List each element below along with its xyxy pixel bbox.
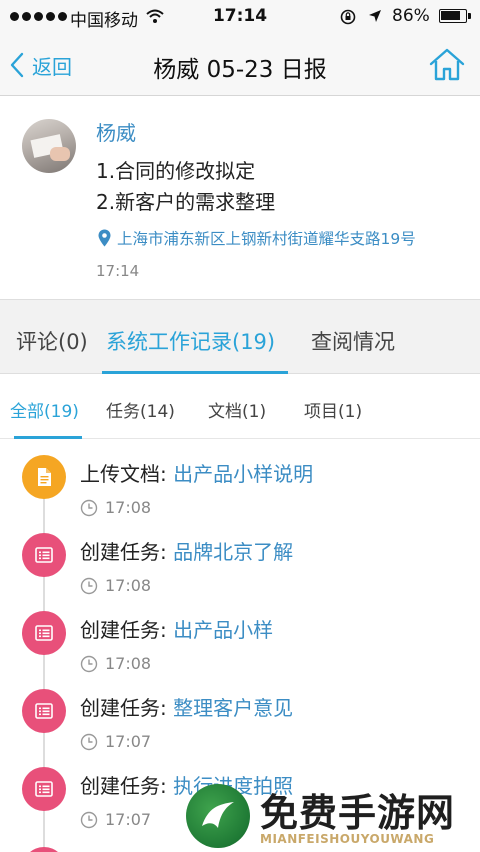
- report-location[interactable]: 上海市浦东新区上钢新村街道耀华支路19号: [98, 227, 416, 249]
- timeline-time: 17:07: [80, 732, 151, 751]
- rotation-lock-icon: [340, 9, 356, 25]
- nav-bar: 返回 杨威 05-23 日报: [0, 34, 480, 96]
- report-content-line: 2.新客户的需求整理: [96, 190, 276, 214]
- timeline-target-link[interactable]: 整理客户意见: [173, 696, 293, 720]
- clock-icon: [80, 499, 98, 516]
- timeline-item[interactable]: 创建任务: 执行进度拍照 17:07: [0, 752, 480, 830]
- daily-report: 杨威 1.合同的修改拟定 2.新客户的需求整理 上海市浦东新区上钢新村街道耀华支…: [0, 97, 480, 299]
- clock-icon: [80, 811, 98, 828]
- task-list-icon: [22, 847, 66, 852]
- timeline-text: 上传文档: 出产品小样说明: [80, 458, 313, 487]
- timeline-time: 17:07: [80, 810, 151, 829]
- sub-tabs: 全部(19) 任务(14) 文档(1) 项目(1): [0, 375, 480, 439]
- timeline-text: 创建任务: 整理客户意见: [80, 692, 293, 721]
- task-list-icon: [22, 689, 66, 733]
- tab-work-records[interactable]: 系统工作记录(19): [106, 326, 275, 356]
- report-author[interactable]: 杨威: [96, 117, 136, 146]
- main-tabs: 评论(0) 系统工作记录(19) 查阅情况: [0, 299, 480, 374]
- location-arrow-icon: [369, 10, 381, 22]
- status-bar: 中国移动 17:14 86%: [0, 0, 480, 34]
- active-tab-indicator: [102, 371, 288, 374]
- subtab-tasks[interactable]: 任务(14): [106, 397, 175, 422]
- timeline-time-text: 17:07: [105, 810, 152, 829]
- timeline-action: 创建任务:: [80, 540, 167, 564]
- battery-percent: 86%: [392, 6, 430, 26]
- battery-icon: [439, 9, 471, 23]
- active-subtab-indicator: [14, 436, 82, 439]
- tab-read-status[interactable]: 查阅情况: [311, 326, 395, 356]
- subtab-documents[interactable]: 文档(1): [208, 397, 266, 422]
- timeline-time-text: 17:08: [105, 498, 152, 517]
- timeline-text: 创建任务: 出产品小样: [80, 614, 273, 643]
- timeline-action: 创建任务:: [80, 696, 167, 720]
- timeline-time: 17:08: [80, 576, 151, 595]
- clock-icon: [80, 655, 98, 672]
- timeline-time-text: 17:08: [105, 654, 152, 673]
- task-list-icon: [22, 767, 66, 811]
- timeline: 上传文档: 出产品小样说明 17:08 创建任务: 品牌北京了解 17:08 创…: [0, 440, 480, 852]
- timeline-action: 创建任务:: [80, 774, 167, 798]
- subtab-projects[interactable]: 项目(1): [304, 397, 362, 422]
- timeline-target-link[interactable]: 品牌北京了解: [173, 540, 293, 564]
- clock-icon: [80, 733, 98, 750]
- location-text: 上海市浦东新区上钢新村街道耀华支路19号: [117, 230, 416, 248]
- timeline-target-link[interactable]: 执行进度拍照: [173, 774, 293, 798]
- document-icon: [22, 455, 66, 499]
- home-icon[interactable]: [428, 46, 466, 82]
- timeline-text: 创建任务: 品牌北京了解: [80, 536, 293, 565]
- timeline-target-link[interactable]: 出产品小样说明: [173, 462, 313, 486]
- timeline-action: 创建任务:: [80, 618, 167, 642]
- timeline-time: 17:08: [80, 498, 151, 517]
- report-content-line: 1.合同的修改拟定: [96, 159, 256, 183]
- timeline-action: 上传文档:: [80, 462, 167, 486]
- task-list-icon: [22, 611, 66, 655]
- timeline-time-text: 17:08: [105, 576, 152, 595]
- page-title: 杨威 05-23 日报: [153, 57, 327, 83]
- report-time: 17:14: [96, 262, 140, 280]
- timeline-item[interactable]: 创建任务: 出产品小样 17:08: [0, 596, 480, 674]
- timeline-target-link[interactable]: 出产品小样: [173, 618, 273, 642]
- timeline-time: 17:08: [80, 654, 151, 673]
- location-pin-icon: [98, 229, 111, 247]
- timeline-text: 创建任务: 执行进度拍照: [80, 770, 293, 799]
- task-list-icon: [22, 533, 66, 577]
- clock-icon: [80, 577, 98, 594]
- tab-comments[interactable]: 评论(0): [16, 326, 88, 356]
- timeline-item[interactable]: 创建任务: 品牌北京了解 17:08: [0, 518, 480, 596]
- subtab-all[interactable]: 全部(19): [10, 397, 79, 422]
- timeline-time-text: 17:07: [105, 732, 152, 751]
- avatar[interactable]: [22, 119, 76, 173]
- timeline-item[interactable]: 创建任务: 整理客户意见 17:07: [0, 674, 480, 752]
- timeline-item[interactable]: 上传文档: 出产品小样说明 17:08: [0, 440, 480, 518]
